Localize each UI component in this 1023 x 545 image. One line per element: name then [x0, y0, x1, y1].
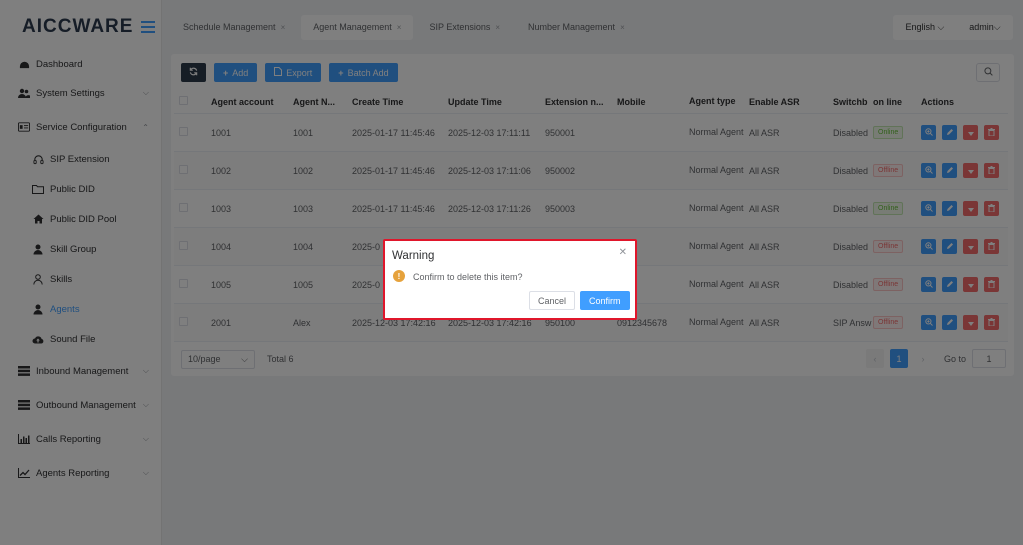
warning-icon: ! — [393, 270, 405, 282]
confirm-button[interactable]: Confirm — [580, 291, 630, 310]
dialog-title: Warning — [392, 250, 435, 262]
cancel-button[interactable]: Cancel — [529, 291, 576, 310]
dialog-message: Confirm to delete this item? — [413, 272, 523, 282]
close-icon[interactable]: ✕ — [619, 247, 627, 258]
warning-dialog: Warning ✕ ! Confirm to delete this item?… — [383, 239, 637, 320]
